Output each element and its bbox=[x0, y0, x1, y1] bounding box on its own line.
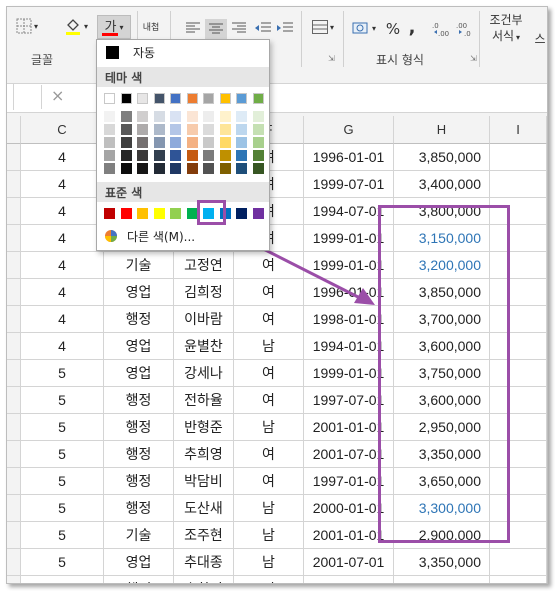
theme-shade-swatch[interactable] bbox=[252, 111, 264, 122]
theme-shade-swatch[interactable] bbox=[219, 137, 231, 148]
excel-window: ▾ ▾ 가 ▾ 내첩 ▾ ⇲ ▾ % , .0.00 .00.0 ⇲ 조건부 서 bbox=[6, 6, 548, 584]
standard-color-swatch[interactable] bbox=[104, 208, 115, 219]
theme-color-swatch[interactable] bbox=[137, 93, 148, 104]
selected-swatch-highlight bbox=[197, 200, 226, 225]
annotation-arrow bbox=[219, 225, 375, 305]
theme-shade-swatch[interactable] bbox=[104, 111, 115, 122]
theme-color-swatch[interactable] bbox=[120, 93, 132, 104]
theme-shade-swatch[interactable] bbox=[153, 111, 165, 122]
theme-shade-swatch[interactable] bbox=[137, 163, 148, 174]
theme-shade-swatch[interactable] bbox=[170, 163, 181, 174]
theme-shade-swatch[interactable] bbox=[137, 150, 148, 161]
theme-shade-swatch[interactable] bbox=[186, 163, 198, 174]
standard-color-swatch[interactable] bbox=[252, 208, 264, 219]
more-colors-option[interactable]: 다른 색(M)... bbox=[97, 225, 269, 247]
theme-shade-swatch[interactable] bbox=[120, 163, 132, 174]
theme-color-swatch[interactable] bbox=[153, 93, 165, 104]
theme-color-swatch[interactable] bbox=[252, 93, 264, 104]
theme-shade-swatch[interactable] bbox=[120, 124, 132, 135]
theme-shade-swatch[interactable] bbox=[104, 124, 115, 135]
theme-shade-swatch[interactable] bbox=[104, 163, 115, 174]
automatic-swatch bbox=[106, 45, 119, 59]
standard-color-swatch[interactable] bbox=[137, 208, 148, 219]
theme-shade-swatch[interactable] bbox=[236, 163, 247, 174]
theme-color-swatch[interactable] bbox=[219, 93, 231, 104]
theme-shade-swatch[interactable] bbox=[186, 137, 198, 148]
theme-shade-swatch[interactable] bbox=[219, 124, 231, 135]
theme-color-swatch[interactable] bbox=[236, 93, 247, 104]
font-color-menu: 자동 테마 색 표준 색 다른 색(M)... bbox=[96, 39, 270, 251]
theme-shade-swatch[interactable] bbox=[153, 163, 165, 174]
color-wheel-icon bbox=[105, 230, 117, 242]
theme-shade-swatch[interactable] bbox=[236, 124, 247, 135]
standard-colors-header: 표준 색 bbox=[97, 182, 269, 202]
theme-shade-swatch[interactable] bbox=[203, 137, 214, 148]
theme-shade-swatch[interactable] bbox=[186, 150, 198, 161]
theme-color-swatch[interactable] bbox=[186, 93, 198, 104]
theme-shade-swatch[interactable] bbox=[186, 124, 198, 135]
theme-shade-swatch[interactable] bbox=[104, 137, 115, 148]
theme-shade-swatch[interactable] bbox=[170, 150, 181, 161]
theme-shade-swatch[interactable] bbox=[186, 111, 198, 122]
theme-shade-swatch[interactable] bbox=[203, 111, 214, 122]
standard-color-swatch[interactable] bbox=[153, 208, 165, 219]
theme-color-swatch[interactable] bbox=[170, 93, 181, 104]
standard-color-swatch[interactable] bbox=[236, 208, 247, 219]
theme-shade-swatch[interactable] bbox=[153, 124, 165, 135]
standard-color-swatch[interactable] bbox=[170, 208, 181, 219]
theme-shade-swatch[interactable] bbox=[236, 137, 247, 148]
theme-shade-swatch[interactable] bbox=[203, 150, 214, 161]
theme-color-swatch[interactable] bbox=[203, 93, 214, 104]
automatic-color-option[interactable]: 자동 bbox=[97, 40, 269, 64]
theme-shade-swatch[interactable] bbox=[252, 124, 264, 135]
theme-shade-swatch[interactable] bbox=[137, 111, 148, 122]
theme-shade-swatch[interactable] bbox=[236, 111, 247, 122]
theme-shade-swatch[interactable] bbox=[219, 150, 231, 161]
theme-shade-swatch[interactable] bbox=[170, 137, 181, 148]
theme-colors-header: 테마 색 bbox=[97, 67, 269, 87]
more-colors-label: 다른 색(M)... bbox=[127, 229, 196, 244]
theme-shade-swatch[interactable] bbox=[153, 137, 165, 148]
theme-shade-swatch[interactable] bbox=[120, 150, 132, 161]
theme-shade-swatch[interactable] bbox=[252, 150, 264, 161]
theme-shade-swatch[interactable] bbox=[203, 163, 214, 174]
theme-shade-swatch[interactable] bbox=[153, 150, 165, 161]
theme-shade-swatch[interactable] bbox=[236, 150, 247, 161]
automatic-label: 자동 bbox=[133, 45, 156, 60]
theme-shade-swatch[interactable] bbox=[170, 124, 181, 135]
theme-shade-swatch[interactable] bbox=[170, 111, 181, 122]
standard-color-swatch[interactable] bbox=[186, 208, 198, 219]
theme-shade-swatch[interactable] bbox=[219, 111, 231, 122]
theme-shade-swatch[interactable] bbox=[120, 111, 132, 122]
theme-shade-swatch[interactable] bbox=[104, 150, 115, 161]
theme-shade-swatch[interactable] bbox=[203, 124, 214, 135]
theme-shade-swatch[interactable] bbox=[120, 137, 132, 148]
theme-shade-swatch[interactable] bbox=[252, 137, 264, 148]
theme-shade-swatch[interactable] bbox=[137, 137, 148, 148]
standard-color-swatch[interactable] bbox=[120, 208, 132, 219]
theme-shade-swatch[interactable] bbox=[252, 163, 264, 174]
theme-color-swatch[interactable] bbox=[104, 93, 115, 104]
theme-shade-swatch[interactable] bbox=[219, 163, 231, 174]
theme-shade-swatch[interactable] bbox=[137, 124, 148, 135]
